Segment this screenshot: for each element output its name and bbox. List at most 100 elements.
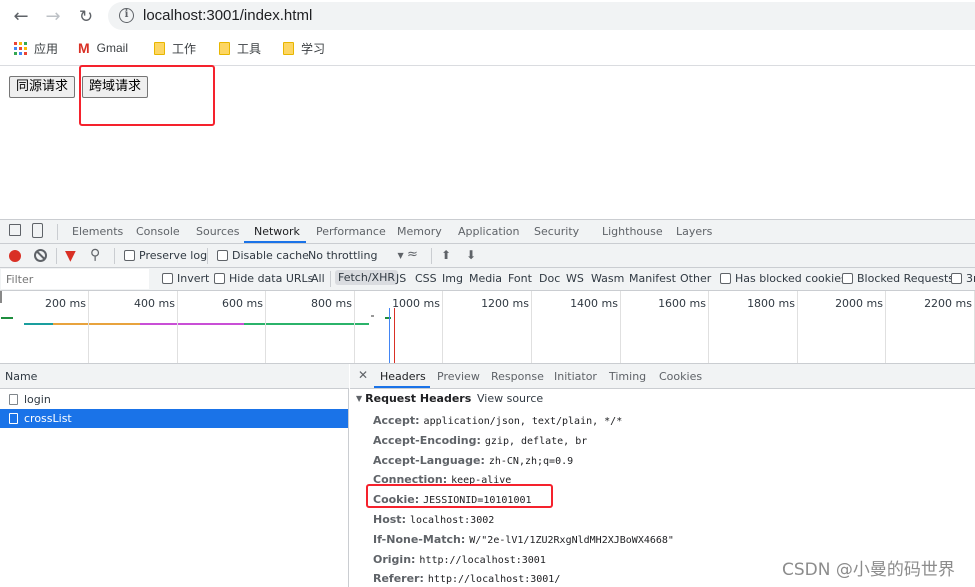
tab-layers[interactable]: Layers <box>676 225 712 238</box>
import-har-icon[interactable]: ⬆ <box>441 248 451 262</box>
grid-line <box>177 291 178 363</box>
has-blocked-cookies-checkbox[interactable]: Has blocked cookies <box>720 272 847 285</box>
type-filter-media[interactable]: Media <box>469 272 502 285</box>
has-blocked-cookies-label: Has blocked cookies <box>735 272 847 285</box>
checkbox-icon <box>951 273 962 284</box>
header-row: Referer: http://localhost:3001/ <box>373 572 560 585</box>
header-row: Host: localhost:3002 <box>373 513 494 526</box>
hide-data-urls-checkbox[interactable]: Hide data URLs <box>214 272 313 285</box>
separator <box>114 248 115 264</box>
back-icon[interactable]: ← <box>10 6 32 28</box>
separator <box>207 248 208 264</box>
header-value: http://localhost:3001 <box>419 554 546 566</box>
type-filter-js[interactable]: JS <box>396 272 406 285</box>
search-icon[interactable]: ⚲ <box>90 247 100 263</box>
bookmark-label: 学习 <box>301 42 326 56</box>
inspect-element-icon[interactable] <box>9 224 21 236</box>
tab-sources[interactable]: Sources <box>196 225 240 238</box>
tab-console[interactable]: Console <box>136 225 180 238</box>
section-title: Request Headers <box>365 392 472 405</box>
header-name: Origin: <box>373 552 416 566</box>
tab-initiator[interactable]: Initiator <box>554 370 597 383</box>
header-value: zh-CN,zh;q=0.9 <box>488 455 574 467</box>
blocked-requests-checkbox[interactable]: Blocked Requests <box>842 272 954 285</box>
tab-elements[interactable]: Elements <box>72 225 123 238</box>
bar-marker <box>371 315 374 317</box>
tab-network[interactable]: Network <box>254 225 300 238</box>
separator <box>56 248 57 264</box>
type-filter-doc[interactable]: Doc <box>539 272 560 285</box>
tab-application[interactable]: Application <box>458 225 519 238</box>
tab-cookies[interactable]: Cookies <box>659 370 702 383</box>
folder-icon <box>219 42 230 55</box>
clear-icon[interactable] <box>34 249 47 262</box>
folder-icon <box>283 42 294 55</box>
type-filter-font[interactable]: Font <box>508 272 532 285</box>
network-overview-timeline[interactable]: 200 ms 400 ms 600 ms 800 ms 1000 ms 1200 ms 14… <box>0 291 975 364</box>
info-icon[interactable]: i <box>119 8 134 23</box>
tick-label: 1400 ms <box>570 297 618 310</box>
header-value: http://localhost:3001/ <box>427 574 561 586</box>
network-toolbar: ▼ ⚲ Preserve log Disable cache No thrott… <box>0 244 975 268</box>
reload-icon[interactable]: ↻ <box>75 6 97 28</box>
preserve-log-checkbox[interactable]: Preserve log <box>124 249 207 262</box>
network-conditions-icon[interactable]: ≈ <box>407 247 418 262</box>
type-filter-manifest[interactable]: Manifest <box>629 272 676 285</box>
bookmark-gmail[interactable]: M Gmail <box>78 40 128 56</box>
tab-performance[interactable]: Performance <box>316 225 386 238</box>
throttling-select[interactable]: No throttling ▼ <box>308 249 404 262</box>
tab-security[interactable]: Security <box>534 225 579 238</box>
forward-icon[interactable]: → <box>42 6 64 28</box>
filter-input[interactable] <box>1 269 149 289</box>
request-list: Name login crossList <box>0 364 349 587</box>
filter-icon[interactable]: ▼ <box>65 248 76 264</box>
tab-response[interactable]: Response <box>491 370 544 383</box>
tab-preview[interactable]: Preview <box>437 370 480 383</box>
request-row-crosslist[interactable]: crossList <box>0 409 348 428</box>
separator <box>431 248 432 264</box>
type-filter-all[interactable]: All <box>311 272 325 285</box>
overview-handle[interactable] <box>0 291 2 303</box>
bookmark-folder-study[interactable]: 学习 <box>283 40 325 57</box>
type-filter-css[interactable]: CSS <box>415 272 437 285</box>
header-value: gzip, deflate, br <box>484 435 588 447</box>
invert-checkbox[interactable]: Invert <box>162 272 209 285</box>
close-icon[interactable]: ✕ <box>358 368 368 382</box>
tick-label: 2200 ms <box>924 297 972 310</box>
bookmark-folder-work[interactable]: 工作 <box>154 40 196 57</box>
record-icon[interactable] <box>9 250 21 262</box>
preserve-log-label: Preserve log <box>139 249 208 262</box>
tick-label: 200 ms <box>45 297 86 310</box>
tab-headers[interactable]: Headers <box>380 370 426 383</box>
grid-line <box>885 291 886 363</box>
same-origin-request-button[interactable]: 同源请求 <box>9 76 76 98</box>
view-source-link[interactable]: View source <box>477 392 543 405</box>
export-har-icon[interactable]: ⬇ <box>466 248 476 262</box>
request-headers-toggle[interactable]: ▼ Request Headers <box>356 392 471 405</box>
blocked-requests-label: Blocked Requests <box>857 272 955 285</box>
request-name: login <box>24 393 51 406</box>
devtools-tabbar: Elements Console Sources Network Perform… <box>0 220 975 244</box>
url-text[interactable]: localhost:3001/index.html <box>143 7 312 24</box>
grid-line <box>797 291 798 363</box>
type-filter-img[interactable]: Img <box>442 272 463 285</box>
device-toolbar-icon[interactable] <box>32 223 43 238</box>
tab-timing[interactable]: Timing <box>609 370 646 383</box>
type-filter-fetch-xhr[interactable]: Fetch/XHR <box>335 270 398 285</box>
disable-cache-checkbox[interactable]: Disable cache <box>217 249 309 262</box>
tab-lighthouse[interactable]: Lighthouse <box>602 225 663 238</box>
tab-memory[interactable]: Memory <box>397 225 442 238</box>
header-value: application/json, text/plain, */* <box>423 416 623 427</box>
type-filter-ws[interactable]: WS <box>566 272 584 285</box>
column-header-name[interactable]: Name <box>0 364 349 389</box>
grid-line <box>531 291 532 363</box>
request-row-login[interactable]: login <box>0 390 348 409</box>
checkbox-icon <box>217 250 228 261</box>
address-bar[interactable]: i localhost:3001/index.html <box>108 2 975 30</box>
third-party-checkbox[interactable]: 3r <box>951 272 975 285</box>
type-filter-other[interactable]: Other <box>680 272 711 285</box>
type-filter-wasm[interactable]: Wasm <box>591 272 624 285</box>
header-value: W/"2e-lV1/1ZU2RxgNldMH2XJBoWX4668" <box>469 534 674 546</box>
bookmark-folder-tools[interactable]: 工具 <box>219 40 261 57</box>
bookmark-apps[interactable]: 应用 <box>14 40 58 57</box>
